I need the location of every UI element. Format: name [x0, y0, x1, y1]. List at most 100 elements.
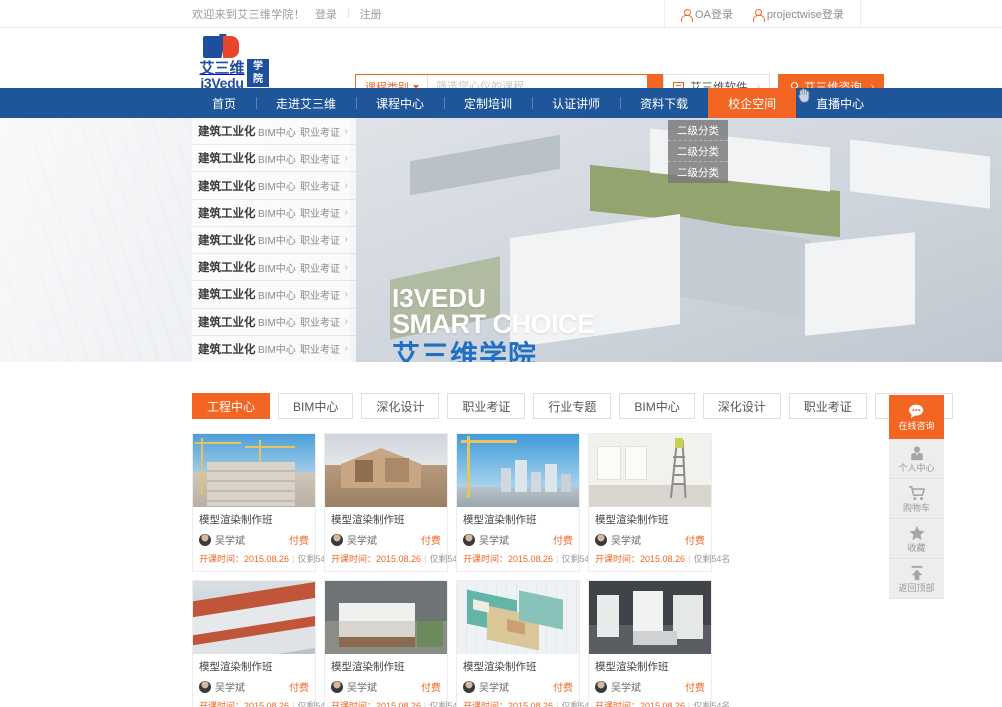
course-title: 模型渲染制作班	[463, 514, 537, 526]
course-foot-separator: |	[688, 553, 691, 564]
logo-badge: 学 院	[247, 59, 269, 87]
avatar	[595, 680, 607, 693]
nav-item-certified-instructors[interactable]: 认证讲师	[532, 88, 620, 118]
submenu-item[interactable]: 二级分类	[668, 141, 728, 162]
course-card[interactable]: 模型渲染制作班 吴学斌 付费 开课时间：2015.08.26 | 仅剩54名	[456, 580, 598, 707]
user-icon	[910, 445, 923, 460]
tab-engineering-center[interactable]: 工程中心	[192, 393, 271, 419]
category-row[interactable]: 建筑工业化 BIM中心 职业考证 ›	[192, 254, 356, 282]
teacher-name: 吴学斌	[347, 683, 377, 694]
tab-bim-center-2[interactable]: BIM中心	[619, 393, 695, 419]
projectwise-login-label: projectwise登录	[766, 9, 844, 21]
course-card[interactable]: 模型渲染制作班 吴学斌 付费 开课时间：2015.08.26 | 仅剩54名	[456, 433, 598, 572]
cart-icon	[908, 485, 925, 500]
course-title: 模型渲染制作班	[199, 514, 273, 526]
course-card[interactable]: 模型渲染制作班 吴学斌 付费 开课时间：2015.08.26 | 仅剩54名	[588, 433, 730, 572]
floatbar-user-center[interactable]: 个人中心	[889, 439, 944, 479]
course-card[interactable]: 模型渲染制作班 吴学斌 付费 开课时间：2015.08.26 | 仅剩54名	[324, 580, 466, 707]
arrow-up-icon	[911, 565, 922, 580]
course-foot-separator: |	[292, 700, 295, 707]
submenu-item[interactable]: 二级分类	[668, 120, 728, 141]
course-card[interactable]: 模型渲染制作班 吴学斌 付费 开课时间：2015.08.26 | 仅剩54名	[192, 580, 334, 707]
course-card[interactable]: 模型渲染制作班 吴学斌 付费 开课时间：2015.08.26 | 仅剩54名	[324, 433, 466, 572]
nav-item-campus-space[interactable]: 校企空间	[708, 88, 797, 118]
course-start-time: 开课时间：2015.08.26	[595, 701, 686, 707]
floatbar-cart[interactable]: 购物车	[889, 479, 944, 519]
tab-detail-design-1[interactable]: 深化设计	[361, 393, 440, 419]
chevron-right-icon: ›	[344, 343, 348, 355]
teacher-name: 吴学斌	[611, 536, 641, 547]
avatar	[331, 680, 343, 693]
course-foot-separator: |	[292, 553, 295, 564]
chevron-right-icon: ›	[344, 180, 348, 192]
floatbar-label: 返回顶部	[898, 582, 935, 593]
register-link[interactable]: 注册	[360, 6, 382, 22]
chevron-right-icon: ›	[344, 234, 348, 246]
course-price-badge: 付费	[421, 536, 441, 547]
course-card-body: 模型渲染制作班 吴学斌 付费 开课时间：2015.08.26 | 仅剩54名	[193, 654, 334, 707]
login-link[interactable]: 登录	[315, 6, 337, 22]
tab-certification-2[interactable]: 职业考证	[788, 393, 867, 419]
tab-bim-center-1[interactable]: BIM中心	[278, 393, 354, 419]
banner-headline-cn: 艾三维学院	[392, 340, 538, 362]
logo-text: 艾三维 i3Vedu 学 院	[176, 59, 269, 90]
oa-login-link[interactable]: OA登录	[671, 6, 743, 22]
site-logo[interactable]: 艾三维 i3Vedu 学 院	[176, 34, 269, 90]
course-teacher: 吴学斌	[199, 679, 245, 694]
course-card[interactable]: 模型渲染制作班 吴学斌 付费 开课时间：2015.08.26 | 仅剩54名	[192, 433, 334, 572]
course-thumbnail	[193, 434, 315, 507]
category-row[interactable]: 建筑工业化 BIM中心 职业考证 ›	[192, 336, 356, 362]
course-thumbnail	[325, 434, 447, 507]
chat-icon	[908, 404, 923, 419]
course-price-badge: 付费	[685, 536, 705, 547]
category-row[interactable]: 建筑工业化 BIM中心 职业考证 ›	[192, 281, 356, 309]
category-row[interactable]: 建筑工业化 BIM中心 职业考证 ›	[192, 145, 356, 173]
teacher-name: 吴学斌	[479, 683, 509, 694]
category-row[interactable]: 建筑工业化 BIM中心 职业考证 ›	[192, 200, 356, 227]
avatar	[595, 533, 607, 546]
category-main-label: 建筑工业化	[198, 289, 256, 302]
floatbar-back-to-top[interactable]: 返回顶部	[889, 559, 944, 599]
teacher-name: 吴学斌	[479, 536, 509, 547]
category-row[interactable]: 建筑工业化 BIM中心 职业考证 ›	[192, 227, 356, 255]
course-card[interactable]: 模型渲染制作班 吴学斌 付费 开课时间：2015.08.26 | 仅剩54名	[588, 580, 730, 707]
submenu-item[interactable]: 二级分类	[668, 162, 728, 183]
floatbar-favorites[interactable]: 收藏	[889, 519, 944, 559]
course-teacher: 吴学斌	[463, 532, 509, 547]
tab-industry-topics-1[interactable]: 行业专题	[533, 393, 612, 419]
category-main-label: 建筑工业化	[198, 180, 256, 193]
tab-detail-design-2[interactable]: 深化设计	[702, 393, 781, 419]
utility-topbar: 欢迎来到艾三维学院！ 登录 | 注册 OA登录 projectwise登录	[0, 0, 1002, 28]
category-sub2-label: 职业考证	[300, 182, 340, 194]
category-sub1-label: BIM中心	[258, 154, 296, 166]
category-sub2-label: 职业考证	[300, 290, 340, 302]
course-start-time: 开课时间：2015.08.26	[463, 554, 554, 564]
course-title: 模型渲染制作班	[595, 661, 669, 673]
course-card-body: 模型渲染制作班 吴学斌 付费 开课时间：2015.08.26 | 仅剩54名	[589, 507, 730, 571]
nav-items: 首页 走进艾三维 课程中心 定制培训 认证讲师 资料下载 校企空间 直播中心	[192, 88, 884, 118]
category-sub2-label: 职业考证	[300, 345, 340, 357]
category-main-label: 建筑工业化	[198, 316, 256, 329]
tab-certification-1[interactable]: 职业考证	[447, 393, 526, 419]
course-thumbnail	[457, 581, 579, 654]
course-price-badge: 付费	[421, 683, 441, 694]
course-category-tabs: 工程中心 BIM中心 深化设计 职业考证 行业专题 BIM中心 深化设计 职业考…	[192, 393, 1002, 419]
category-row[interactable]: 建筑工业化 BIM中心 职业考证 ›	[192, 309, 356, 336]
projectwise-login-link[interactable]: projectwise登录	[743, 6, 854, 22]
nav-item-custom-training[interactable]: 定制培训	[444, 88, 532, 118]
nav-item-about[interactable]: 走进艾三维	[256, 88, 356, 118]
course-foot-separator: |	[556, 700, 559, 707]
course-card-body: 模型渲染制作班 吴学斌 付费 开课时间：2015.08.26 | 仅剩54名	[457, 507, 598, 571]
category-sub2-label: 职业考证	[300, 263, 340, 275]
site-header: 艾三维 i3Vedu 学 院 课程类别 搜索 艾三维软件	[0, 28, 1002, 103]
nav-item-home[interactable]: 首页	[192, 88, 256, 118]
category-sub1-label: BIM中心	[258, 263, 296, 275]
category-row[interactable]: 建筑工业化 BIM中心 职业考证 ›	[192, 172, 356, 200]
person-icon	[681, 8, 693, 22]
nav-item-downloads[interactable]: 资料下载	[620, 88, 708, 118]
category-sub1-label: BIM中心	[258, 209, 296, 221]
category-row[interactable]: 建筑工业化 BIM中心 职业考证 ›	[192, 118, 356, 146]
floatbar-online-consult[interactable]: 在线咨询	[889, 395, 944, 439]
nav-item-courses[interactable]: 课程中心	[356, 88, 444, 118]
floatbar-label: 收藏	[907, 542, 926, 553]
